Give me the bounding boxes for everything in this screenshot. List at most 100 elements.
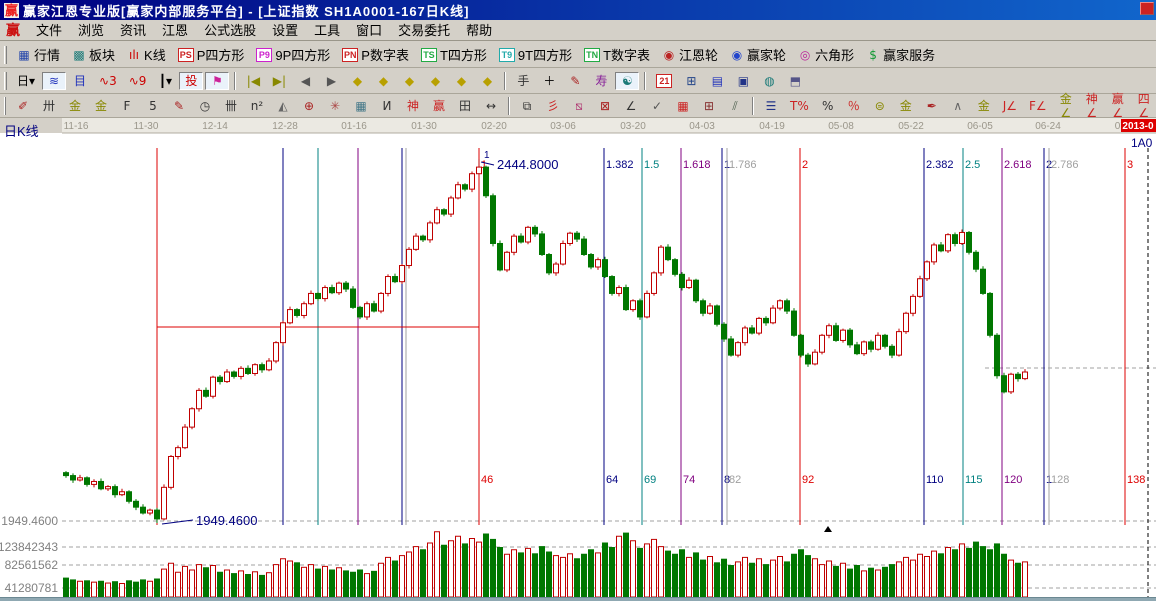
toolbar-grip[interactable] bbox=[4, 71, 7, 90]
winner-service-button[interactable]: $ 赢家服务 bbox=[861, 43, 940, 66]
gold-line-tool[interactable]: 金 bbox=[894, 97, 918, 115]
min9-chart-button[interactable]: ∿9 bbox=[124, 72, 152, 90]
menu-item-7[interactable]: 窗口 bbox=[348, 22, 390, 39]
ruler-list-tool[interactable]: ☰ bbox=[759, 97, 783, 115]
trend-chart-button[interactable]: ≋ bbox=[42, 71, 67, 90]
smart-analysis-button[interactable]: ☯ bbox=[615, 71, 640, 90]
menu-item-5[interactable]: 设置 bbox=[264, 22, 306, 39]
menu-item-1[interactable]: 浏览 bbox=[70, 22, 112, 39]
p-square-button[interactable]: PS P四方形 bbox=[173, 43, 250, 66]
menu-item-6[interactable]: 工具 bbox=[306, 22, 348, 39]
menu-item-4[interactable]: 公式选股 bbox=[196, 22, 264, 39]
last-page-button[interactable]: ▶| bbox=[267, 72, 291, 90]
circle-cross-tool[interactable]: ⊕ bbox=[297, 97, 321, 115]
gold-line2-tool[interactable]: 金 bbox=[972, 97, 996, 115]
flag-filter-button[interactable]: ⚑ bbox=[205, 71, 230, 90]
min3-chart-button[interactable]: ∿3 bbox=[94, 72, 122, 90]
marker-pen-tool[interactable]: ✎ bbox=[167, 97, 191, 115]
p-table-button[interactable]: PN P数字表 bbox=[337, 43, 414, 66]
sectors-button[interactable]: ▩ 板块 bbox=[67, 43, 120, 66]
gold-grid-tool[interactable]: 金 bbox=[63, 97, 87, 115]
notes-button[interactable]: ▤ bbox=[705, 72, 729, 90]
j-angle-tool[interactable]: J∠ bbox=[998, 97, 1022, 115]
span-arrow-tool[interactable]: ↔ bbox=[479, 97, 503, 115]
period-day-dropdown[interactable]: 日▾ bbox=[12, 72, 40, 90]
a-wave-tool[interactable]: ∧ bbox=[946, 97, 970, 115]
gann-calendar-button[interactable]: 寿 bbox=[589, 72, 613, 90]
9t-square-button[interactable]: T9 9T四方形 bbox=[494, 43, 577, 66]
pen-note-tool[interactable]: ✒ bbox=[920, 97, 944, 115]
gann-marks-button[interactable]: 投 bbox=[179, 71, 204, 90]
annotate-tool-button[interactable]: ✎ bbox=[563, 72, 587, 90]
fan-grid-tool[interactable]: ⊠ bbox=[593, 97, 617, 115]
save-button[interactable]: ▣ bbox=[731, 72, 755, 90]
close-button[interactable] bbox=[1140, 2, 1154, 15]
winner-wheel-button[interactable]: ◉ 赢家轮 bbox=[725, 43, 791, 66]
report-button[interactable]: 目 bbox=[68, 72, 92, 90]
menu-item-2[interactable]: 资讯 bbox=[112, 22, 154, 39]
world-clock-button[interactable]: ◍ bbox=[757, 72, 781, 90]
diamond-cross-button[interactable]: ◆ bbox=[423, 72, 447, 90]
title-bar[interactable]: 赢 赢家江恩专业版[赢家内部服务平台] - [上证指数 SH1A0001-167… bbox=[0, 0, 1156, 20]
toolbar-grip[interactable] bbox=[4, 96, 6, 115]
fan-box-tool[interactable]: ⧅ bbox=[567, 97, 591, 115]
shen-grid-tool[interactable]: 神 bbox=[401, 97, 425, 115]
diamond-left-button[interactable]: ◆ bbox=[345, 72, 369, 90]
gold-angle-tool[interactable]: 金∠ bbox=[1054, 90, 1078, 122]
menu-item-3[interactable]: 江恩 bbox=[154, 22, 196, 39]
system-button[interactable]: ⬒ bbox=[783, 72, 807, 90]
grid-comb-tool[interactable]: 卅 bbox=[37, 97, 61, 115]
9p-square-button[interactable]: P9 9P四方形 bbox=[251, 43, 335, 66]
gold-circle-tool[interactable]: ⊜ bbox=[868, 97, 892, 115]
diamond-both-button[interactable]: ◆ bbox=[397, 72, 421, 90]
five-grid-tool[interactable]: 5 bbox=[141, 97, 165, 115]
toolbar-grip[interactable] bbox=[4, 45, 7, 64]
si-angle-tool[interactable]: 四∠ bbox=[1132, 90, 1156, 122]
n-square-tool[interactable]: n² bbox=[245, 97, 269, 115]
clock-cycle-tool[interactable]: ◷ bbox=[193, 97, 217, 115]
candle-style-dropdown[interactable]: ┃▾ bbox=[153, 72, 177, 90]
percent-tool[interactable]: % bbox=[816, 97, 840, 115]
percent-line-tool[interactable]: ％ bbox=[842, 97, 866, 115]
first-page-button[interactable]: |◀ bbox=[241, 72, 265, 90]
diamond-star-button[interactable]: ◆ bbox=[475, 72, 499, 90]
prev-button[interactable]: ◀ bbox=[293, 72, 317, 90]
small-wheel-tool[interactable]: ✳ bbox=[323, 97, 347, 115]
parallel-lines-tool[interactable]: ⫽ bbox=[723, 97, 747, 115]
gann-wheel-button[interactable]: ◉ 江恩轮 bbox=[657, 43, 723, 66]
fan-lines-tool[interactable]: 彡 bbox=[541, 97, 565, 115]
diamond-plus-button[interactable]: ◆ bbox=[449, 72, 473, 90]
win-grid-tool[interactable]: 赢 bbox=[427, 97, 451, 115]
wave-ticks-tool[interactable]: И bbox=[375, 97, 399, 115]
trend-pen-tool[interactable]: ∠ bbox=[619, 97, 643, 115]
win-angle-tool[interactable]: 赢∠ bbox=[1106, 90, 1130, 122]
gold-grid2-tool[interactable]: 金 bbox=[89, 97, 113, 115]
diamond-right-button[interactable]: ◆ bbox=[371, 72, 395, 90]
f-angle-tool[interactable]: F∠ bbox=[1024, 97, 1052, 115]
quotes-button[interactable]: ▦ 行情 bbox=[12, 43, 65, 66]
t-percent-tool[interactable]: T% bbox=[785, 97, 814, 115]
t-table-button[interactable]: TN T数字表 bbox=[579, 43, 655, 66]
menu-item-0[interactable]: 文件 bbox=[28, 22, 70, 39]
t-square-button[interactable]: TS T四方形 bbox=[416, 43, 492, 66]
shen-angle-tool[interactable]: 神∠ bbox=[1080, 90, 1104, 122]
grid-x-tool[interactable]: ▦ bbox=[349, 97, 373, 115]
calendar-21-button[interactable]: 21 bbox=[651, 72, 677, 90]
knife-tool[interactable]: ✐ bbox=[11, 97, 35, 115]
next-button[interactable]: ▶ bbox=[319, 72, 343, 90]
f-grid-tool[interactable]: F bbox=[115, 97, 139, 115]
box-handle-tool[interactable]: ⧉ bbox=[515, 97, 539, 115]
v-check-tool[interactable]: ✓ bbox=[645, 97, 669, 115]
mirror-angle-tool[interactable]: ◭ bbox=[271, 97, 295, 115]
box-grid-tool[interactable]: 田 bbox=[453, 97, 477, 115]
menu-item-8[interactable]: 交易委托 bbox=[390, 22, 458, 39]
hexagon-button[interactable]: ◎ 六角形 bbox=[793, 43, 859, 66]
arrow-grid-tool[interactable]: ⊞ bbox=[697, 97, 721, 115]
hand-tool-button[interactable]: 手 bbox=[511, 72, 535, 90]
grid-comb2-tool[interactable]: 卌 bbox=[219, 97, 243, 115]
calculator-button[interactable]: ⊞ bbox=[679, 72, 703, 90]
menu-item-9[interactable]: 帮助 bbox=[458, 22, 500, 39]
red-grid-tool[interactable]: ▦ bbox=[671, 97, 695, 115]
crosshair-tool-button[interactable]: ＋ bbox=[537, 72, 561, 90]
kline-chart-canvas[interactable]: 1461.382641.5691.61874181.786822922.3821… bbox=[0, 118, 1156, 601]
